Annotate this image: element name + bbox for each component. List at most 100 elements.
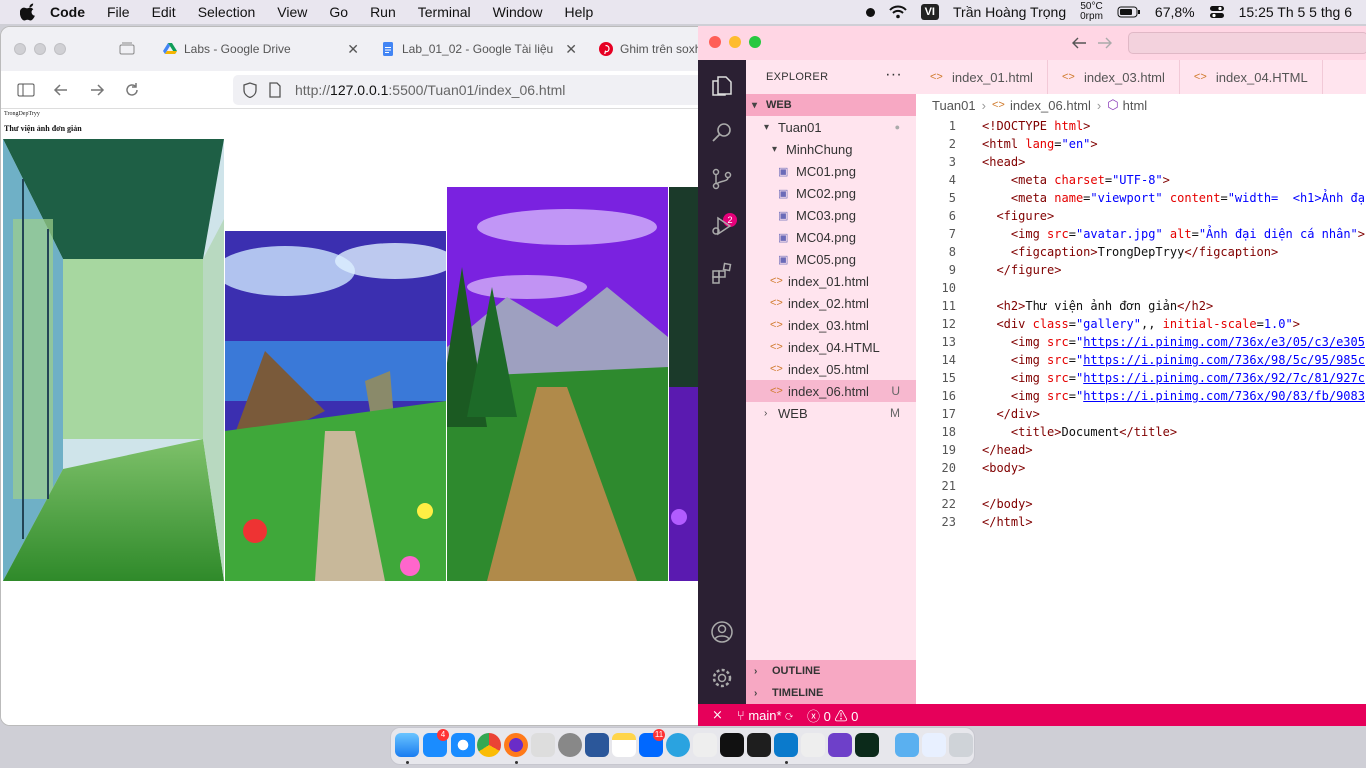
notes-icon[interactable] — [612, 733, 636, 757]
minimize-window-button[interactable] — [34, 43, 46, 55]
tree-folder-tuan01[interactable]: ▾ Tuan01 ● — [746, 116, 916, 138]
address-bar[interactable]: http://127.0.0.1:5500/Tuan01/index_06.ht… — [233, 75, 699, 105]
go-forward-arrow-icon[interactable] — [1097, 36, 1113, 50]
safari-icon[interactable] — [451, 733, 475, 757]
search-icon[interactable] — [710, 120, 734, 144]
breadcrumb-symbol[interactable]: html — [1123, 98, 1148, 113]
tree-file-index-06[interactable]: <> index_06.html U — [746, 380, 916, 402]
tree-file-index-04[interactable]: <> index_04.HTML — [746, 336, 916, 358]
outline-section-header[interactable]: › OUTLINE — [746, 660, 916, 682]
menu-selection[interactable]: Selection — [198, 4, 256, 20]
account-icon[interactable] — [710, 620, 734, 644]
menu-go[interactable]: Go — [329, 4, 348, 20]
editor-tab-index-04[interactable]: <> index_04.HTML — [1180, 60, 1323, 94]
tree-file-mc03[interactable]: ▣ MC03.png — [746, 204, 916, 226]
tab-google-docs[interactable]: Lab_01_02 - Google Tài liệu ✕ — [381, 33, 577, 65]
close-window-button[interactable] — [14, 43, 26, 55]
textedit-icon[interactable] — [801, 733, 825, 757]
tree-file-index-01[interactable]: <> index_01.html — [746, 270, 916, 292]
command-center-search[interactable] — [1128, 32, 1366, 54]
source-control-icon[interactable] — [710, 167, 734, 191]
more-actions-icon[interactable]: ··· — [885, 66, 902, 84]
menu-terminal[interactable]: Terminal — [418, 4, 471, 20]
temperature-readout[interactable]: 50°C 0rpm — [1080, 2, 1103, 22]
tree-file-mc04[interactable]: ▣ MC04.png — [746, 226, 916, 248]
tree-folder-web[interactable]: › WEB M — [746, 402, 916, 424]
reload-icon[interactable] — [123, 81, 141, 99]
user-name[interactable]: Trần Hoàng Trọng — [953, 4, 1066, 20]
tree-file-index-02[interactable]: <> index_02.html — [746, 292, 916, 314]
problems-status[interactable]: ⓧ 0 ⚠ 0 — [807, 706, 858, 725]
trash-icon[interactable] — [949, 733, 973, 757]
battery-icon[interactable] — [1117, 6, 1141, 18]
workspace-section-header[interactable]: ▾ WEB — [746, 94, 916, 116]
editor-tab-index-03[interactable]: <> index_03.html — [1048, 60, 1180, 94]
menu-run[interactable]: Run — [370, 4, 396, 20]
menu-view[interactable]: View — [277, 4, 307, 20]
apple-menu-icon[interactable] — [20, 3, 38, 21]
tree-file-mc02[interactable]: ▣ MC02.png — [746, 182, 916, 204]
wifi-icon[interactable] — [888, 5, 907, 19]
page-info-icon[interactable] — [269, 82, 281, 98]
recording-indicator-icon[interactable] — [865, 7, 875, 17]
system-settings-icon[interactable] — [558, 733, 582, 757]
gallery-image-partial[interactable] — [669, 187, 700, 581]
menu-file[interactable]: File — [107, 4, 130, 20]
gallery-image-fantasy-valley[interactable] — [225, 231, 446, 581]
tree-file-index-03[interactable]: <> index_03.html — [746, 314, 916, 336]
calendar-icon[interactable] — [922, 733, 946, 757]
zoom-window-button[interactable] — [54, 43, 66, 55]
telegram-icon[interactable] — [666, 733, 690, 757]
preview-icon[interactable] — [693, 733, 717, 757]
menu-help[interactable]: Help — [564, 4, 593, 20]
forward-arrow-icon[interactable] — [88, 81, 106, 99]
remote-indicator-icon[interactable]: ⨯ — [712, 707, 723, 723]
firefox-icon[interactable] — [504, 733, 528, 757]
tree-folder-minhchung[interactable]: ▾ MinhChung — [746, 138, 916, 160]
screenshot-icon[interactable] — [531, 733, 555, 757]
chrome-icon[interactable] — [477, 733, 501, 757]
menu-app-name[interactable]: Code — [50, 4, 85, 20]
downloads-folder-icon[interactable] — [895, 733, 919, 757]
clock[interactable]: 15:25 Th 5 5 thg 6 — [1239, 4, 1352, 20]
close-tab-icon[interactable]: ✕ — [347, 41, 359, 58]
tree-file-mc05[interactable]: ▣ MC05.png — [746, 248, 916, 270]
explorer-files-icon[interactable] — [710, 74, 734, 98]
terminal-alt-icon[interactable] — [747, 733, 771, 757]
menu-edit[interactable]: Edit — [152, 4, 176, 20]
tree-file-mc01[interactable]: ▣ MC01.png — [746, 160, 916, 182]
gallery-image-mountain-path[interactable] — [447, 187, 668, 581]
breadcrumb-file[interactable]: index_06.html — [1010, 98, 1091, 113]
code-content[interactable]: 1 <!DOCTYPE html> 2 <html lang="en"> 3 <hea… — [916, 117, 1366, 531]
zoom-window-button[interactable] — [749, 36, 761, 48]
tab-pinterest[interactable]: Ghim trên soxh — [599, 33, 699, 65]
github-desktop-icon[interactable] — [828, 733, 852, 757]
close-tab-icon[interactable]: ✕ — [565, 41, 577, 58]
extensions-icon[interactable] — [710, 261, 734, 285]
word-icon[interactable] — [585, 733, 609, 757]
branch-status[interactable]: ⑂ main* ⟳ — [737, 708, 793, 723]
terminal-icon[interactable] — [720, 733, 744, 757]
back-arrow-icon[interactable] — [52, 81, 70, 99]
gallery-image-corridor[interactable] — [3, 139, 224, 581]
tab-google-drive[interactable]: Labs - Google Drive ✕ — [163, 33, 359, 65]
sync-icon[interactable]: ⟳ — [785, 708, 793, 723]
breadcrumb-folder[interactable]: Tuan01 — [932, 98, 976, 113]
input-source-badge[interactable]: VI — [920, 4, 939, 20]
shield-icon[interactable] — [243, 82, 257, 98]
menu-window[interactable]: Window — [493, 4, 543, 20]
activity-monitor-icon[interactable] — [855, 733, 879, 757]
control-center-icon[interactable] — [1209, 5, 1225, 19]
finder-icon[interactable] — [395, 733, 419, 757]
vscode-icon[interactable] — [774, 733, 798, 757]
go-back-arrow-icon[interactable] — [1071, 36, 1087, 50]
tab-groups-icon[interactable] — [119, 41, 135, 55]
minimize-window-button[interactable] — [729, 36, 741, 48]
sidebar-toggle-icon[interactable] — [17, 81, 35, 99]
run-debug-icon[interactable] — [710, 214, 734, 238]
settings-gear-icon[interactable] — [710, 666, 734, 690]
editor-tab-index-01[interactable]: <> index_01.html — [916, 60, 1048, 94]
tree-file-index-05[interactable]: <> index_05.html — [746, 358, 916, 380]
close-window-button[interactable] — [709, 36, 721, 48]
timeline-section-header[interactable]: › TIMELINE — [746, 682, 916, 704]
